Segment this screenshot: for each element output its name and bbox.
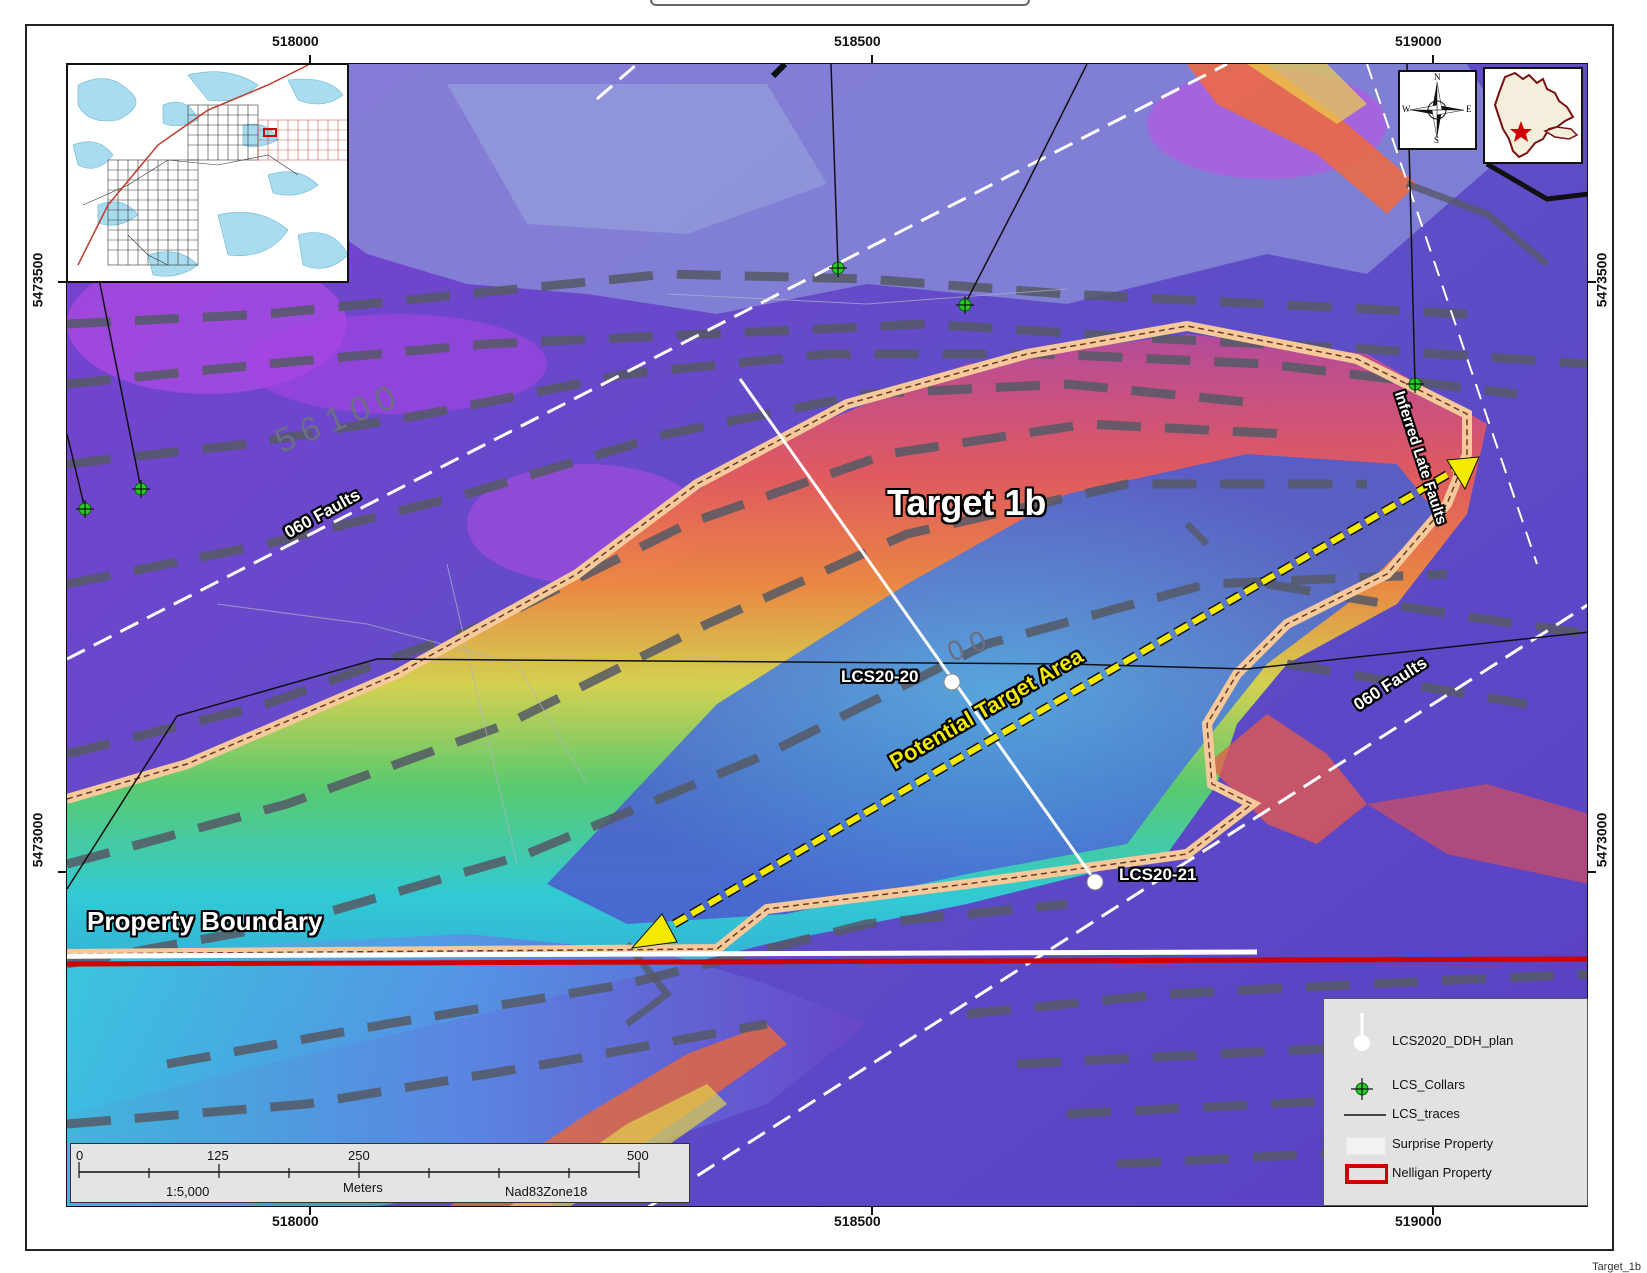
northing-label-left-1: 5473500 (29, 252, 46, 308)
legend-label-ddh-plan: LCS2020_DDH_plan (1392, 1033, 1514, 1048)
property-boundary-label: Property Boundary (87, 906, 323, 936)
inset-overview-map (66, 63, 349, 283)
compass-e: E (1466, 104, 1472, 114)
map-legend: LCS2020_DDH_plan LCS_Collars LCS_traces … (1323, 998, 1588, 1206)
drillhole-label-lcs20-20: LCS20-20 (841, 667, 919, 686)
grid-tick (871, 1207, 873, 1215)
scale-tick-125: 125 (207, 1148, 229, 1163)
legend-label-traces: LCS_traces (1392, 1106, 1460, 1121)
easting-label-bottom-3: 519000 (1395, 1213, 1442, 1229)
grid-tick (871, 55, 873, 63)
compass-s: S (1434, 135, 1440, 145)
nelligan-property-swatch (1345, 1164, 1388, 1184)
grid-tick (58, 281, 66, 283)
northing-label-right-2: 5473000 (1593, 812, 1610, 868)
scale-tick-250: 250 (348, 1148, 370, 1163)
scale-bar: 0 125 250 500 1:5,000 Meters Nad83Zone18 (70, 1143, 690, 1203)
province-locator-map (1483, 67, 1583, 164)
compass-w: W (1402, 104, 1411, 114)
drillhole-label-lcs20-21: LCS20-21 (1119, 865, 1197, 884)
legend-label-nelligan: Nelligan Property (1392, 1165, 1492, 1180)
scale-tick-500: 500 (627, 1148, 649, 1163)
scale-ratio: 1:5,000 (166, 1184, 210, 1199)
scale-units: Meters (343, 1180, 383, 1195)
easting-label-bottom-1: 518000 (272, 1213, 319, 1229)
collar-icon (1351, 1078, 1373, 1100)
north-arrow: N S E W (1398, 70, 1477, 150)
surprise-property-swatch (1345, 1136, 1387, 1156)
compass-n: N (1434, 72, 1441, 82)
grid-tick (58, 871, 66, 873)
easting-label-top-2: 518500 (834, 33, 881, 49)
top-tab-decoration (650, 0, 1030, 6)
easting-label-top-1: 518000 (272, 33, 319, 49)
northing-label-left-2: 5473000 (29, 812, 46, 868)
easting-label-bottom-2: 518500 (834, 1213, 881, 1229)
grid-tick (309, 55, 311, 63)
figure-id-footnote: Target_1b (1592, 1261, 1641, 1273)
drillhole-lcs20-20-marker (943, 673, 961, 691)
legend-label-surprise: Surprise Property (1392, 1136, 1494, 1151)
grid-tick (1432, 1207, 1434, 1215)
drillhole-plan-icon (1354, 1013, 1370, 1051)
legend-symbols (1344, 1013, 1388, 1184)
grid-tick (1432, 55, 1434, 63)
easting-label-top-3: 519000 (1395, 33, 1442, 49)
drillhole-lcs20-21-marker (1086, 873, 1104, 891)
inset-map-graphic (68, 65, 347, 281)
grid-tick (1588, 871, 1596, 873)
quebec-outline-icon (1493, 71, 1579, 159)
grid-tick (1588, 281, 1596, 283)
grid-tick (309, 1207, 311, 1215)
legend-label-collars: LCS_Collars (1392, 1077, 1465, 1092)
target-1b-label: Target 1b (887, 482, 1047, 523)
scale-tick-0: 0 (76, 1148, 84, 1163)
scale-datum: Nad83Zone18 (505, 1184, 588, 1199)
northing-label-right-1: 5473500 (1593, 252, 1610, 308)
